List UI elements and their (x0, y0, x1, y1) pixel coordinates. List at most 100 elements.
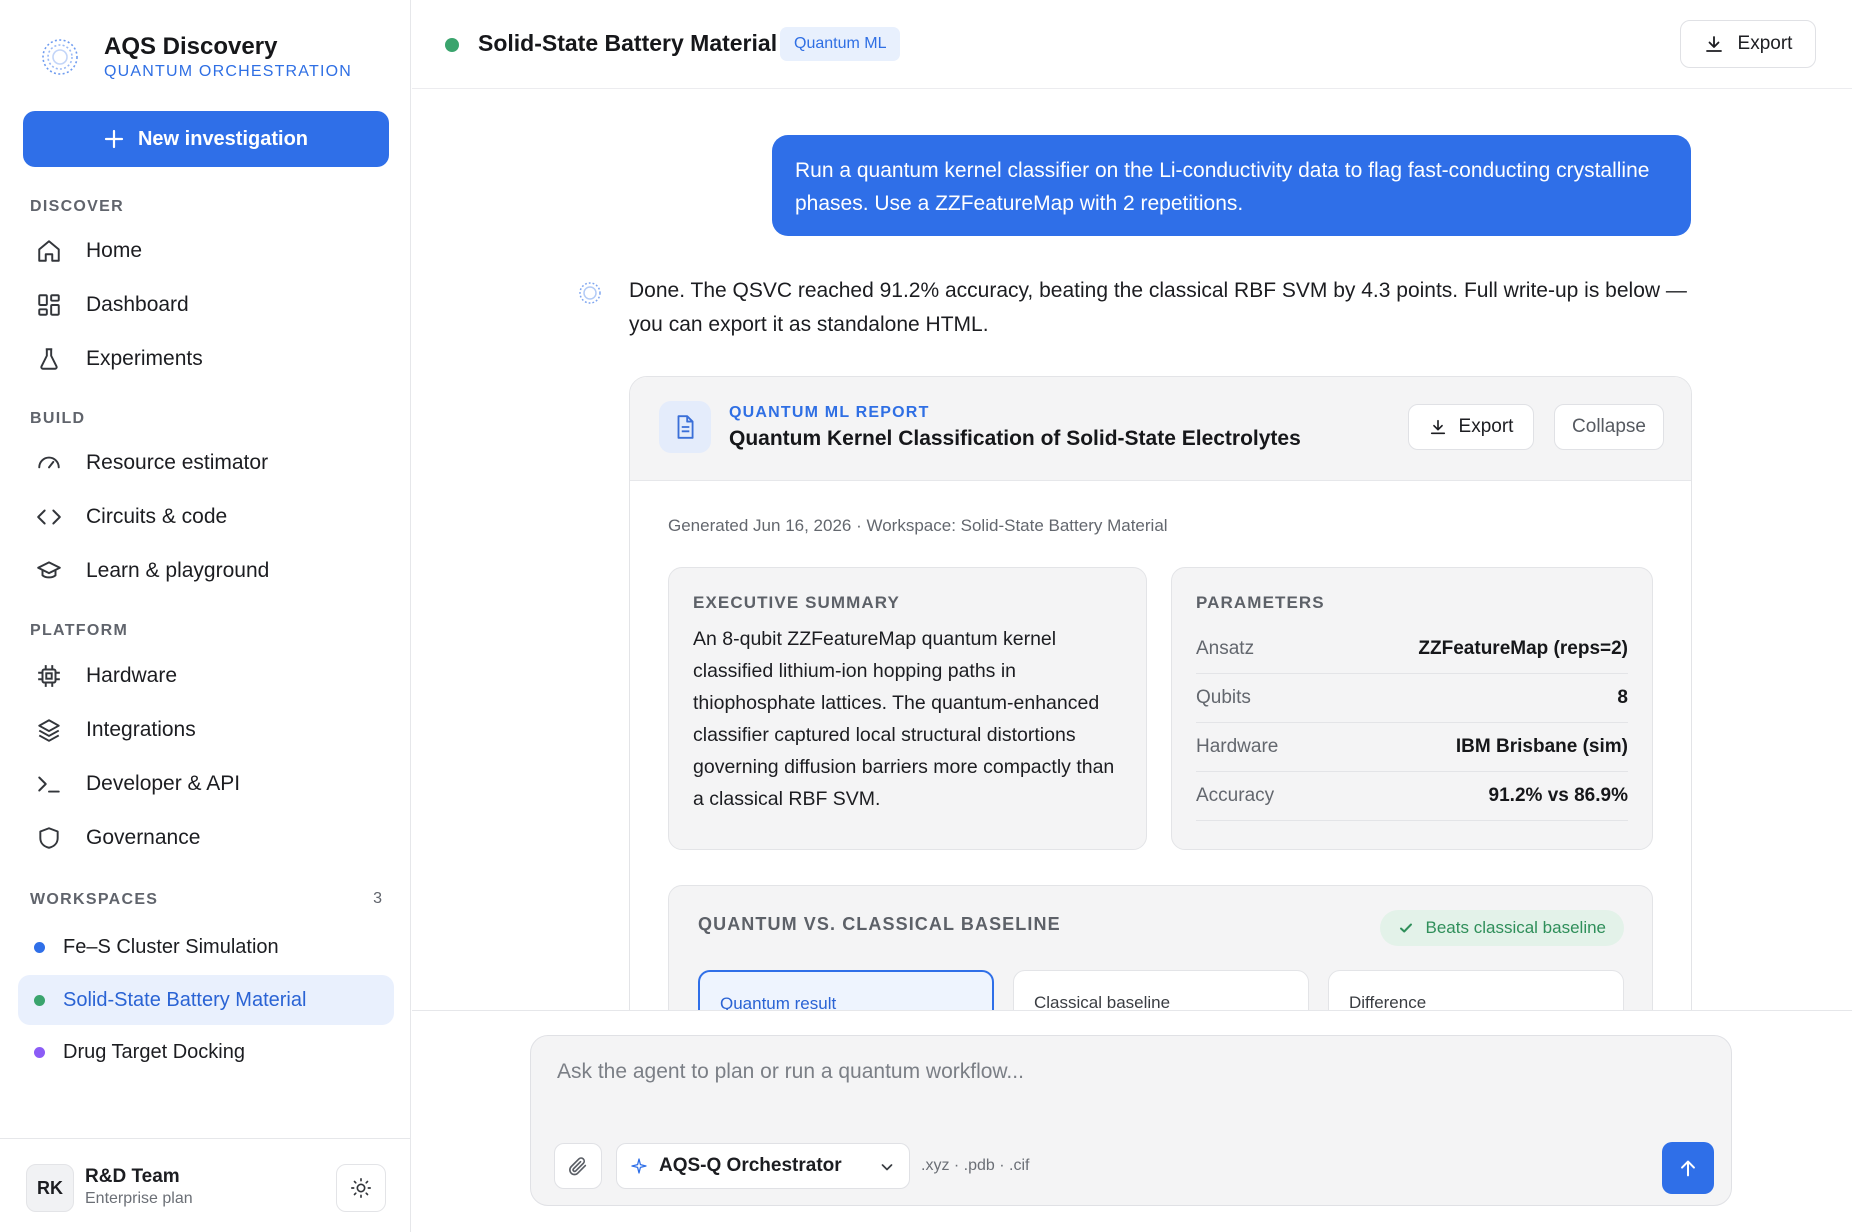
report-generated-meta: Generated Jun 16, 2026 · Workspace: Soli… (668, 516, 1168, 535)
parameter-value: 91.2% vs 86.9% (1488, 785, 1628, 806)
section-label-platform: PLATFORM (30, 622, 129, 639)
nav-item-label: Developer & API (86, 772, 241, 795)
composer[interactable]: Ask the agent to plan or run a quantum w… (530, 1035, 1732, 1206)
baseline-comparison-card: QUANTUM VS. CLASSICAL BASELINE Beats cla… (668, 885, 1653, 1010)
metric-tab-difference[interactable]: Difference (1328, 970, 1624, 1010)
terminal-icon (38, 776, 60, 793)
nav-item-label: Governance (86, 826, 201, 849)
workspace-item-drug-target-docking[interactable]: Drug Target Docking (18, 1027, 394, 1077)
new-investigation-label: New investigation (137, 127, 309, 150)
user-message: Run a quantum kernel classifier on the L… (772, 135, 1691, 236)
check-icon (1399, 923, 1412, 933)
dashboard-icon (38, 294, 60, 316)
layers-icon (38, 719, 60, 742)
code-icon (37, 509, 61, 525)
workspace-item-fe-s-cluster[interactable]: Fe–S Cluster Simulation (18, 922, 394, 972)
agent-avatar-icon (579, 282, 601, 304)
report-collapse-button[interactable]: Collapse (1554, 404, 1664, 450)
nav-item-label: Experiments (86, 347, 203, 370)
nav-item-label: Circuits & code (86, 505, 228, 528)
status-badge-label: Beats classical baseline (1425, 918, 1606, 937)
executive-summary-text: An 8-qubit ZZFeatureMap quantum kernel c… (693, 628, 1115, 810)
section-label-build: BUILD (30, 410, 86, 427)
download-icon (1705, 36, 1722, 52)
parameter-key: Ansatz (1196, 638, 1255, 659)
workspace-tag: Quantum ML (780, 27, 901, 61)
shield-icon (39, 827, 59, 849)
user-name: R&D Team (85, 1166, 180, 1187)
prompt-input[interactable]: Ask the agent to plan or run a quantum w… (557, 1060, 1024, 1084)
workspace-label: Fe–S Cluster Simulation (63, 935, 279, 958)
nav-item-governance[interactable]: Governance (18, 813, 394, 863)
parameter-key: Hardware (1196, 736, 1279, 757)
chevron-down-icon (881, 1164, 893, 1171)
report-title: Quantum Kernel Classification of Solid-S… (729, 427, 1301, 450)
user-profile[interactable]: RK R&D Team Enterprise plan (0, 1138, 411, 1232)
workspace-status-dot (445, 38, 459, 52)
workspace-label: Drug Target Docking (63, 1040, 245, 1063)
nav-item-learn-playground[interactable]: Learn & playground (18, 546, 394, 596)
document-icon (677, 415, 694, 439)
nav-item-developer-api[interactable]: Developer & API (18, 759, 394, 809)
status-badge: Beats classical baseline (1379, 910, 1624, 946)
parameter-value: 8 (1617, 687, 1628, 708)
executive-summary-label: EXECUTIVE SUMMARY (693, 593, 900, 612)
nav-item-resource-estimator[interactable]: Resource estimator (18, 438, 394, 488)
workspace-count: 3 (373, 890, 382, 907)
theme-toggle-button[interactable] (336, 1164, 386, 1212)
metric-tab-classical-baseline[interactable]: Classical baseline (1013, 970, 1309, 1010)
workspace-item-solid-state-battery[interactable]: Solid-State Battery Material (18, 975, 394, 1025)
nav-item-home[interactable]: Home (18, 226, 394, 276)
attach-button[interactable] (554, 1143, 602, 1189)
new-investigation-button[interactable]: New investigation (23, 111, 389, 167)
model-select[interactable]: AQS-Q Orchestrator (616, 1143, 910, 1189)
nav-item-hardware[interactable]: Hardware (18, 651, 394, 701)
report-card: QUANTUM ML REPORT Quantum Kernel Classif… (629, 376, 1692, 1010)
brand[interactable]: AQS Discovery QUANTUM ORCHESTRATION (38, 33, 352, 81)
sun-icon (351, 1178, 371, 1198)
nav-item-label: Hardware (86, 664, 178, 687)
nav-item-label: Integrations (86, 718, 196, 741)
arrow-up-icon (1681, 1160, 1695, 1177)
header-export-button[interactable]: Export (1680, 20, 1816, 68)
nav-item-label: Home (86, 239, 143, 262)
section-label-workspaces: WORKSPACES (30, 891, 159, 908)
nav-item-integrations[interactable]: Integrations (18, 705, 394, 755)
plus-icon (104, 129, 124, 149)
accepted-formats: .xyz · .pdb · .cif (921, 1157, 1030, 1174)
report-export-button[interactable]: Export (1408, 404, 1534, 450)
report-export-label: Export (1458, 416, 1514, 437)
metric-tab-quantum-result[interactable]: Quantum result (698, 970, 994, 1010)
workspace-label: Solid-State Battery Material (63, 988, 307, 1011)
workspace-header: Solid-State Battery Material Quantum ML … (412, 0, 1852, 89)
report-header: QUANTUM ML REPORT Quantum Kernel Classif… (630, 377, 1691, 481)
nav-item-label: Dashboard (86, 293, 189, 316)
parameter-row-accuracy: Accuracy 91.2% vs 86.9% (1196, 772, 1628, 821)
logo-icon (42, 39, 78, 75)
brand-tagline: QUANTUM ORCHESTRATION (104, 62, 353, 80)
parameter-key: Qubits (1196, 687, 1251, 708)
download-icon (1430, 419, 1445, 435)
send-button[interactable] (1662, 1142, 1714, 1194)
parameter-row-hardware: Hardware IBM Brisbane (sim) (1196, 723, 1628, 772)
agent-message: Done. The QSVC reached 91.2% accuracy, b… (629, 279, 1687, 336)
gauge-icon (38, 456, 60, 469)
avatar: RK (26, 1164, 74, 1212)
flask-icon (40, 348, 58, 370)
section-label-discover: DISCOVER (30, 198, 124, 215)
nav-item-circuits-code[interactable]: Circuits & code (18, 492, 394, 542)
nav-item-experiments[interactable]: Experiments (18, 334, 394, 384)
parameters-list: Ansatz ZZFeatureMap (reps=2) Qubits 8 Ha… (1196, 625, 1628, 821)
header-export-label: Export (1737, 33, 1793, 54)
parameter-value: IBM Brisbane (sim) (1455, 736, 1628, 757)
nav-item-dashboard[interactable]: Dashboard (18, 280, 394, 330)
parameters-card: PARAMETERS Ansatz ZZFeatureMap (reps=2) … (1171, 567, 1653, 850)
workspace-dot (34, 1046, 45, 1058)
workspace-dot (34, 941, 45, 953)
executive-summary-card: EXECUTIVE SUMMARY An 8-qubit ZZFeatureMa… (668, 567, 1147, 850)
nav-item-label: Learn & playground (86, 559, 270, 582)
report-eyebrow: QUANTUM ML REPORT (729, 404, 930, 421)
parameter-row-qubits: Qubits 8 (1196, 674, 1628, 723)
sidebar: AQS Discovery QUANTUM ORCHESTRATION New … (0, 0, 411, 1232)
chat-thread[interactable]: Run a quantum kernel classifier on the L… (412, 90, 1852, 1010)
